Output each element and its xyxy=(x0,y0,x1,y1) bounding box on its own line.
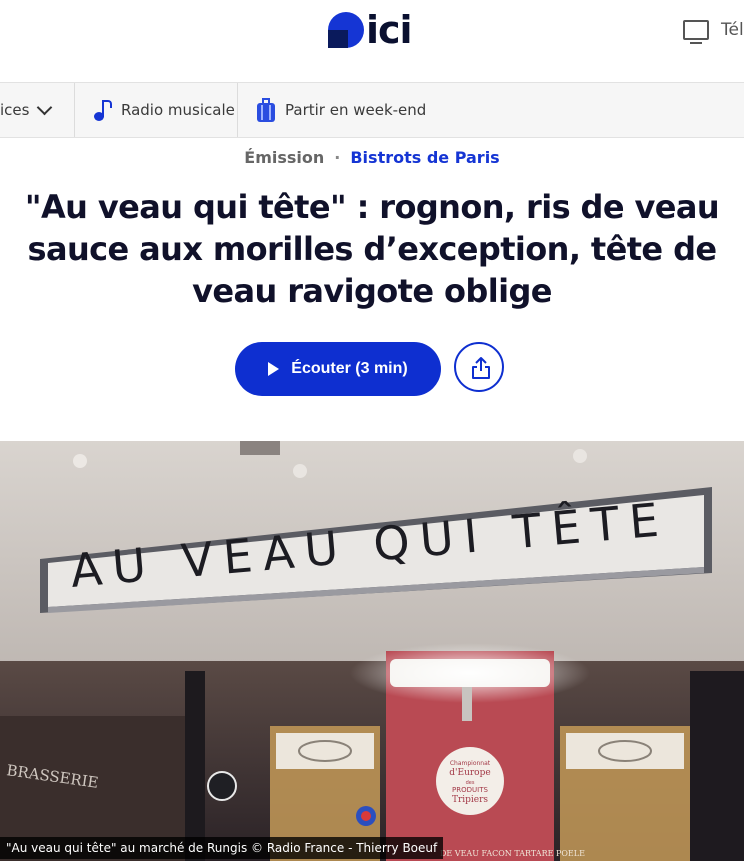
nav-divider xyxy=(237,83,238,137)
logo-text: ici xyxy=(366,8,413,52)
share-icon xyxy=(472,357,490,379)
nav-item-partir-en-week-end[interactable]: Partir en week-end xyxy=(257,83,426,137)
category-nav: ices Radio musicale Partir en week-end xyxy=(0,82,744,138)
breadcrumb: Émission · Bistrots de Paris xyxy=(0,148,744,167)
badge-line: PRODUITS xyxy=(452,786,488,794)
listen-button-label: Écouter (3 min) xyxy=(291,360,408,377)
nav-divider xyxy=(74,83,75,137)
breadcrumb-show-link[interactable]: Bistrots de Paris xyxy=(350,148,499,167)
article-title: "Au veau qui tête" : rognon, ris de veau… xyxy=(24,188,720,310)
nav-item-label: ices xyxy=(0,101,30,119)
badge-line: d'Europe xyxy=(449,768,490,778)
music-note-icon xyxy=(93,98,113,122)
badge-line: Championnat xyxy=(450,760,491,767)
suitcase-icon xyxy=(257,98,275,122)
breadcrumb-category[interactable]: Émission xyxy=(244,148,324,167)
photo-caption: "Au veau qui tête" au marché de Rungis ©… xyxy=(0,837,444,859)
nav-item-label: Partir en week-end xyxy=(285,101,427,119)
tv-icon xyxy=(683,20,709,44)
nav-item-label: Radio musicale xyxy=(121,101,235,119)
nav-item-services[interactable]: ices xyxy=(0,83,53,137)
logo-mark-icon xyxy=(328,12,364,48)
nav-item-radio-musicale[interactable]: Radio musicale xyxy=(93,83,235,137)
play-icon xyxy=(268,362,280,376)
tv-link[interactable]: Télé xyxy=(683,20,744,44)
breadcrumb-separator: · xyxy=(334,148,341,167)
tv-label: Télé xyxy=(721,20,744,40)
share-button[interactable] xyxy=(454,342,504,392)
article-photo: AU VEAU QUI TÊTE BRASSERIE Championnat d… xyxy=(0,441,744,861)
photo-illustration: AU VEAU QUI TÊTE BRASSERIE Championnat d… xyxy=(0,441,744,861)
site-logo[interactable]: ici xyxy=(328,8,413,52)
top-bar: ici Télé xyxy=(0,0,744,82)
shelf-text: DE VEAU FACON TARTARE POELE xyxy=(440,849,585,858)
chevron-down-icon xyxy=(37,99,53,116)
listen-button[interactable]: Écouter (3 min) xyxy=(235,342,441,396)
badge-line: Tripiers xyxy=(452,795,488,805)
